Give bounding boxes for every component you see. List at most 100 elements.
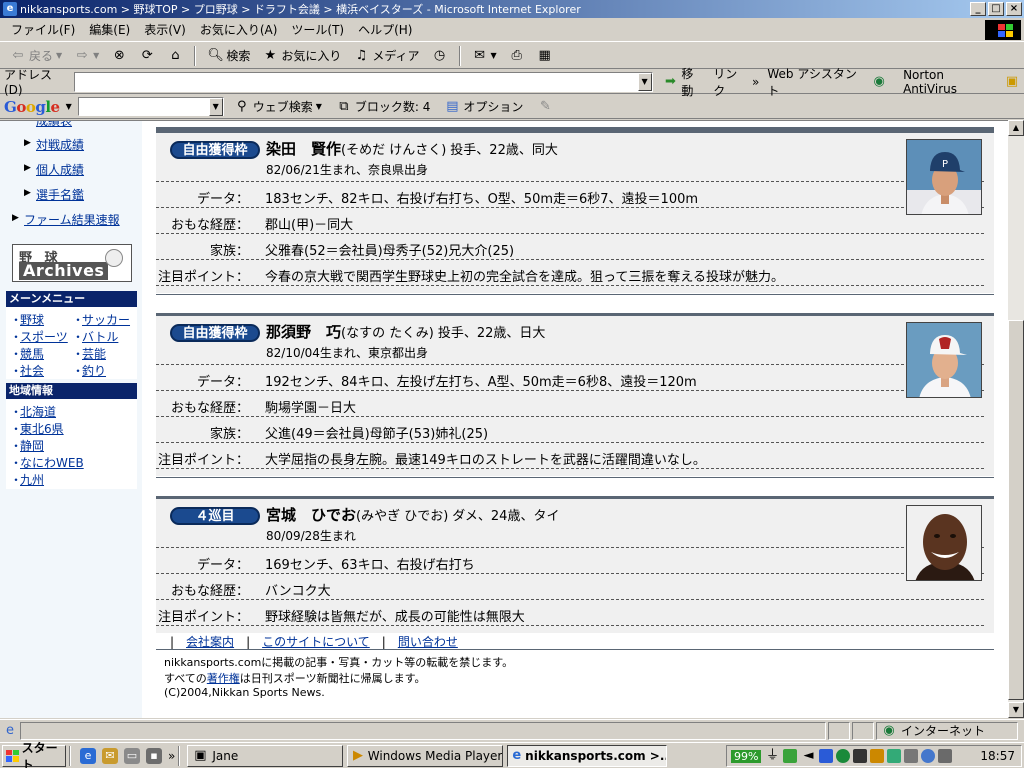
- player-photo: [906, 322, 982, 398]
- highlighter-button[interactable]: ✎: [533, 97, 557, 117]
- menu-tools[interactable]: ツール(T): [284, 19, 351, 40]
- network-icon[interactable]: [783, 749, 798, 763]
- region-link-tohoku[interactable]: 東北6県: [20, 420, 64, 437]
- tray-update-icon[interactable]: [921, 749, 936, 763]
- menu-link-sports[interactable]: スポーツ: [20, 328, 68, 345]
- baseball-archives-banner[interactable]: 野 球 Archives: [12, 244, 132, 282]
- web-assistant-label: Web アシスタント: [767, 66, 857, 98]
- task-media-player[interactable]: ▶ Windows Media Player: [347, 744, 504, 767]
- sidebar-cut-link[interactable]: 成績表: [36, 121, 72, 129]
- google-logo[interactable]: Google: [4, 98, 60, 116]
- scroll-up-button[interactable]: ▲: [1008, 120, 1024, 136]
- task-jane[interactable]: ▣ Jane: [187, 744, 344, 767]
- sidebar-item-roster[interactable]: 選手名鑑: [36, 186, 84, 203]
- player-row-career: おもな経歴： 郡山(甲)－同大: [156, 207, 984, 233]
- desktop-quicklaunch-icon[interactable]: ▭: [124, 747, 140, 764]
- menu-link-soccer[interactable]: サッカー: [82, 311, 130, 328]
- menu-edit[interactable]: 編集(E): [82, 19, 137, 40]
- stop-icon: ⊗: [113, 47, 125, 63]
- address-dropdown-button[interactable]: ▼: [637, 72, 652, 91]
- menu-link-fishing[interactable]: 釣り: [82, 362, 106, 379]
- google-search-input[interactable]: ▼: [77, 97, 224, 116]
- tray-monitor-icon[interactable]: [904, 749, 919, 763]
- media-button[interactable]: ♫ メディア: [349, 45, 423, 66]
- task-ie-window[interactable]: e nikkansports.com >...: [507, 744, 668, 767]
- menu-favorites[interactable]: お気に入り(A): [193, 19, 285, 40]
- menu-file[interactable]: ファイル(F): [4, 19, 82, 40]
- refresh-button[interactable]: ⟳: [135, 46, 159, 66]
- menu-view[interactable]: 表示(V): [137, 19, 193, 40]
- antivirus-button[interactable]: Norton AntiVirus ▣: [899, 66, 1024, 98]
- tray-antivirus-icon[interactable]: [887, 749, 902, 763]
- scroll-thumb[interactable]: [1008, 320, 1024, 700]
- vertical-scrollbar[interactable]: ▲ ▼: [1008, 120, 1024, 718]
- address-input[interactable]: ▼: [74, 71, 653, 92]
- sidebar-item-matchups[interactable]: 対戦成績: [36, 136, 84, 153]
- tray-ime-icon[interactable]: [870, 749, 885, 763]
- baseball-icon: [105, 249, 123, 267]
- menu-link-society[interactable]: 社会: [20, 362, 44, 379]
- sidebar-item-individual[interactable]: 個人成績: [36, 161, 84, 178]
- power-plug-icon[interactable]: ⏚: [764, 748, 780, 764]
- window-title: nikkansports.com > 野球TOP > プロ野球 > ドラフト会議…: [20, 3, 581, 16]
- footer-link-company[interactable]: 会社案内: [186, 635, 234, 649]
- refresh-icon: ⟳: [141, 47, 153, 63]
- footer-link-copyright[interactable]: 著作権: [207, 672, 240, 685]
- region-link-naniwa[interactable]: なにわWEB: [20, 454, 84, 471]
- tray-printer-icon[interactable]: [853, 749, 868, 763]
- region-link-hokkaido[interactable]: 北海道: [20, 403, 56, 420]
- footer-copyright: (C)2004,Nikkan Sports News.: [164, 686, 325, 699]
- player-photo: P: [906, 139, 982, 215]
- binoculars-icon: ⚲: [236, 98, 247, 114]
- region-link-kyushu[interactable]: 九州: [20, 471, 44, 488]
- messenger-button[interactable]: ▦: [533, 46, 557, 66]
- mail-button[interactable]: ✉ ▼: [468, 46, 501, 66]
- footer-link-about[interactable]: このサイトについて: [262, 635, 370, 649]
- sidebar-item-farm-results[interactable]: ファーム結果速報: [24, 211, 120, 228]
- search-button[interactable]: 🔍︎ 検索: [203, 45, 254, 66]
- clock[interactable]: 18:57: [980, 749, 1015, 763]
- stop-button[interactable]: ⊗: [107, 46, 131, 66]
- history-button[interactable]: ◷: [428, 46, 452, 66]
- tray-app-icon[interactable]: [819, 749, 834, 763]
- menu-link-keiba[interactable]: 競馬: [20, 345, 44, 362]
- popup-blocker-button[interactable]: ⧉ ブロック数: 4: [332, 96, 435, 117]
- back-button[interactable]: ⇦ 戻る ▼: [6, 45, 66, 66]
- menu-help[interactable]: ヘルプ(H): [351, 19, 419, 40]
- home-button[interactable]: ⌂: [163, 46, 187, 66]
- forward-button[interactable]: ⇨ ▼: [70, 46, 103, 66]
- back-arrow-icon: ⇦: [12, 47, 24, 63]
- volume-icon[interactable]: ◄: [800, 748, 816, 764]
- menu-link-baseball[interactable]: 野球: [20, 311, 44, 328]
- quicklaunch-more-icon[interactable]: »: [168, 749, 175, 763]
- tray-misc-icon[interactable]: [938, 749, 953, 763]
- player-badge: ４巡目: [170, 507, 260, 525]
- google-dropdown-button[interactable]: ▼: [208, 98, 223, 116]
- start-button[interactable]: スタート: [2, 741, 66, 768]
- regional-header: 地域情報: [6, 383, 137, 399]
- outlook-quicklaunch-icon[interactable]: ✉: [102, 747, 118, 764]
- footer-link-contact[interactable]: 問い合わせ: [398, 635, 458, 649]
- menu-link-entertainment[interactable]: 芸能: [82, 345, 106, 362]
- options-button[interactable]: ▤ オプション: [440, 96, 527, 117]
- ie-quicklaunch-icon[interactable]: e: [80, 747, 96, 764]
- address-label: アドレス(D): [4, 68, 53, 97]
- maximize-button[interactable]: □: [988, 2, 1004, 16]
- windows-flag-icon: [6, 749, 19, 762]
- player-photo: [906, 505, 982, 581]
- close-button[interactable]: ×: [1006, 2, 1022, 16]
- popup-blocker-icon: ⧉: [339, 98, 349, 114]
- internet-zone-icon: ◉: [883, 722, 895, 738]
- tray-globe-icon[interactable]: [836, 749, 851, 763]
- favorites-button[interactable]: ★ お気に入り: [258, 45, 345, 66]
- scroll-down-button[interactable]: ▼: [1008, 702, 1024, 718]
- print-button[interactable]: ⎙: [505, 46, 529, 66]
- menu-link-battle[interactable]: バトル: [82, 328, 118, 345]
- battery-level[interactable]: 99%: [731, 749, 762, 763]
- blocked-count: ブロック数: 4: [354, 100, 431, 114]
- app-quicklaunch-icon[interactable]: ▪: [146, 747, 162, 764]
- web-search-button[interactable]: ⚲ ウェブ検索 ▼: [230, 96, 326, 117]
- go-label: 移動: [681, 66, 694, 98]
- minimize-button[interactable]: _: [970, 2, 986, 16]
- region-link-shizuoka[interactable]: 静岡: [20, 437, 44, 454]
